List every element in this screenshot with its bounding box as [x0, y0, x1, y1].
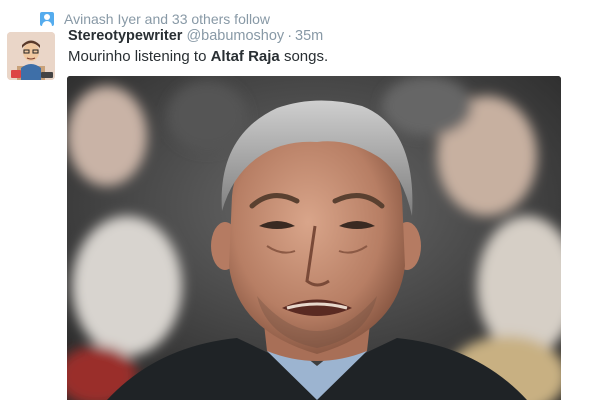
tweet-text-bold: Altaf Raja	[210, 48, 280, 65]
tweet-header: Stereotypewriter @babumoshoy · 35m	[68, 28, 323, 44]
social-context[interactable]: Avinash Iyer and 33 others follow	[40, 10, 270, 28]
photo-crying-man	[67, 76, 561, 400]
separator-dot: ·	[287, 28, 293, 44]
avatar[interactable]	[7, 32, 55, 80]
tweet-text: Mourinho listening to Altaf Raja songs.	[68, 48, 328, 65]
follow-person-icon	[40, 12, 54, 26]
avatar-icon	[7, 32, 55, 80]
timestamp[interactable]: 35m	[295, 28, 323, 44]
display-name[interactable]: Stereotypewriter	[68, 28, 182, 44]
social-context-text[interactable]: Avinash Iyer and 33 others follow	[64, 11, 270, 27]
tweet-text-part: Mourinho listening to	[68, 48, 211, 65]
tweet-media[interactable]	[67, 76, 561, 400]
tweet-text-part: songs.	[279, 48, 329, 65]
username[interactable]: @babumoshoy	[186, 28, 284, 44]
